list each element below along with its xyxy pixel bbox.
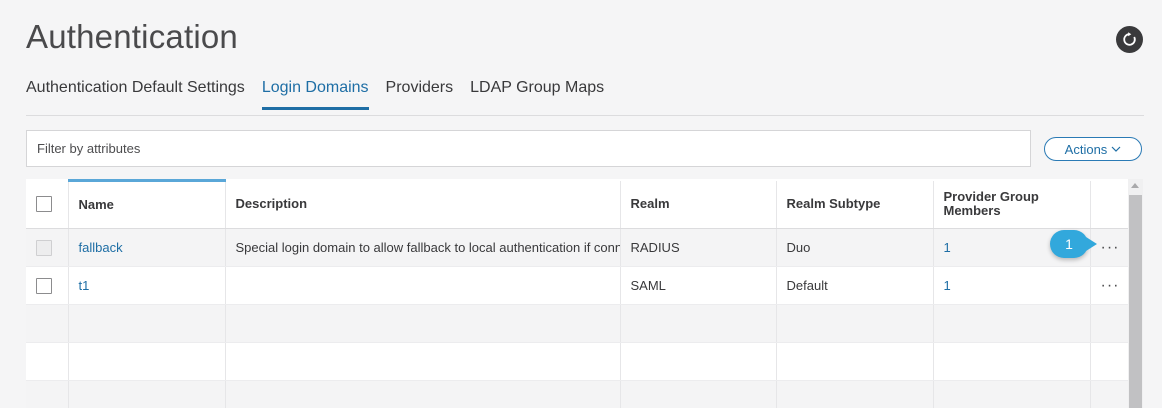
actions-label: Actions xyxy=(1064,141,1108,157)
row-checkbox xyxy=(36,239,52,256)
table-row[interactable]: t1 SAML Default 1 ··· xyxy=(26,266,1128,305)
tab-ldap-group-maps[interactable]: LDAP Group Maps xyxy=(470,77,604,110)
scroll-up-arrow-icon[interactable] xyxy=(1131,183,1139,188)
column-header-realm-subtype[interactable]: Realm Subtype xyxy=(776,180,934,229)
column-header-actions xyxy=(1090,180,1128,229)
table-row[interactable]: fallback Special login domain to allow f… xyxy=(26,228,1128,267)
select-all-checkbox[interactable] xyxy=(36,196,52,213)
row-realm-subtype: Default xyxy=(776,266,934,305)
row-description xyxy=(225,266,621,305)
tabs-divider xyxy=(26,115,1144,116)
table-header-row: Name Description Realm Realm Subtype Pro… xyxy=(26,179,1128,229)
empty-row xyxy=(26,380,1128,408)
column-header-description[interactable]: Description xyxy=(225,180,621,229)
empty-row xyxy=(26,304,1128,343)
row-select-cell xyxy=(26,266,69,305)
row-checkbox[interactable] xyxy=(36,277,52,294)
column-header-name[interactable]: Name xyxy=(68,179,226,229)
column-header-realm[interactable]: Realm xyxy=(620,180,777,229)
row-realm: RADIUS xyxy=(620,228,777,267)
row-realm: SAML xyxy=(620,266,777,305)
login-domains-table: Name Description Realm Realm Subtype Pro… xyxy=(26,179,1128,408)
actions-button[interactable]: Actions xyxy=(1044,137,1142,161)
table-scrollbar[interactable] xyxy=(1128,179,1143,408)
row-select-cell xyxy=(26,228,69,267)
more-dots-icon[interactable]: ··· xyxy=(1101,239,1120,256)
row-provider-group-members[interactable]: 1 xyxy=(933,266,1091,305)
filter-input[interactable]: Filter by attributes xyxy=(26,130,1031,167)
refresh-icon xyxy=(1123,32,1136,46)
row-name-link[interactable]: t1 xyxy=(68,266,226,305)
row-realm-subtype: Duo xyxy=(776,228,934,267)
refresh-button[interactable] xyxy=(1116,26,1143,53)
scrollbar-thumb[interactable] xyxy=(1129,195,1142,408)
row-actions-cell: ··· xyxy=(1090,266,1128,305)
callout-badge: 1 xyxy=(1050,230,1097,258)
empty-row xyxy=(26,342,1128,381)
column-header-provider-group-members[interactable]: Provider Group Members xyxy=(933,180,1091,229)
tab-providers[interactable]: Providers xyxy=(386,77,454,110)
more-dots-icon[interactable]: ··· xyxy=(1101,277,1120,294)
tab-authentication-default-settings[interactable]: Authentication Default Settings xyxy=(26,77,245,110)
select-all-cell xyxy=(26,180,69,229)
tab-login-domains[interactable]: Login Domains xyxy=(261,77,369,110)
tab-bar: Authentication Default Settings Login Do… xyxy=(26,77,621,110)
page-title: Authentication xyxy=(26,18,238,55)
chevron-down-icon xyxy=(1111,146,1121,152)
row-description: Special login domain to allow fallback t… xyxy=(225,228,621,267)
row-name-link[interactable]: fallback xyxy=(68,228,226,267)
